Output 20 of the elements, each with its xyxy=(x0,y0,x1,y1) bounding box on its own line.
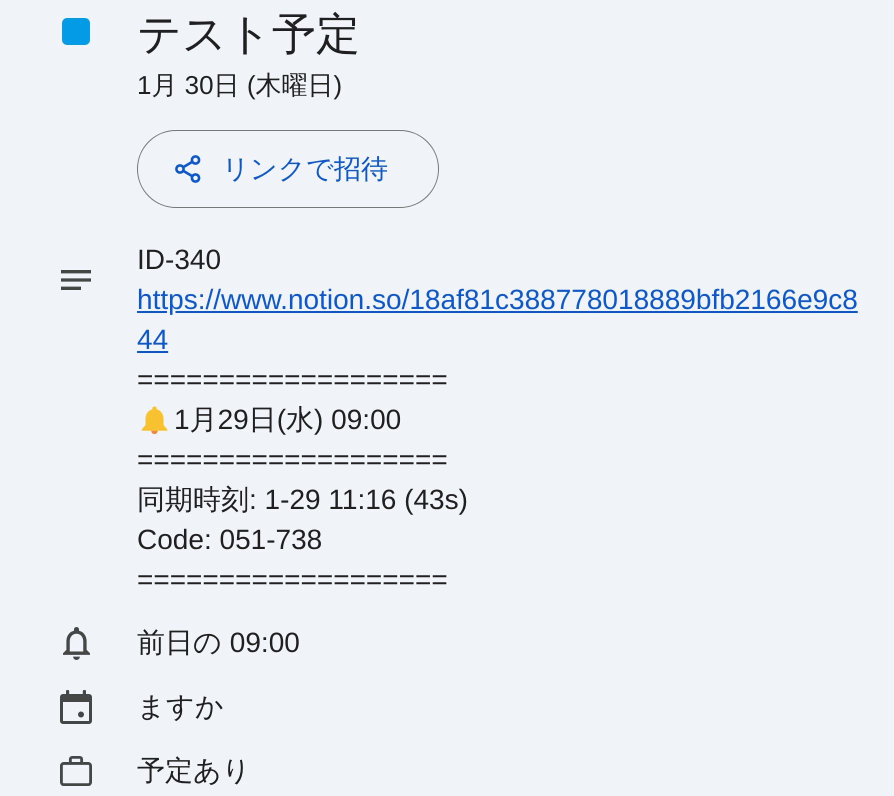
calendar-name: ますか xyxy=(137,690,224,724)
bell-icon xyxy=(141,406,168,434)
description-text: ID-340 xyxy=(137,243,222,277)
invite-link-button[interactable]: リンクで招待 xyxy=(137,130,439,208)
divider-text: =================== xyxy=(137,563,448,597)
event-date: 1月 30日 (木曜日) xyxy=(137,69,342,102)
divider-text: =================== xyxy=(137,443,448,477)
divider-text: =================== xyxy=(137,363,448,397)
reminder-text: 1月29日(水) 09:00 xyxy=(174,403,402,437)
availability-text: 予定あり xyxy=(137,754,251,788)
briefcase-icon xyxy=(60,755,92,787)
bell-icon xyxy=(62,626,90,660)
description-text: 同期時刻: 1-29 11:16 (43s) xyxy=(137,483,468,517)
notes-icon xyxy=(61,270,91,290)
url-link[interactable]: https://www.notion.so/18af81c388778018889bfb2166e9c844 xyxy=(137,280,872,360)
description-text: Code: 051-738 xyxy=(137,523,322,557)
event-title: テスト予定 xyxy=(137,9,360,61)
notification-text: 前日の 09:00 xyxy=(137,626,300,660)
share-icon xyxy=(175,155,201,183)
calendar-icon xyxy=(60,690,92,724)
